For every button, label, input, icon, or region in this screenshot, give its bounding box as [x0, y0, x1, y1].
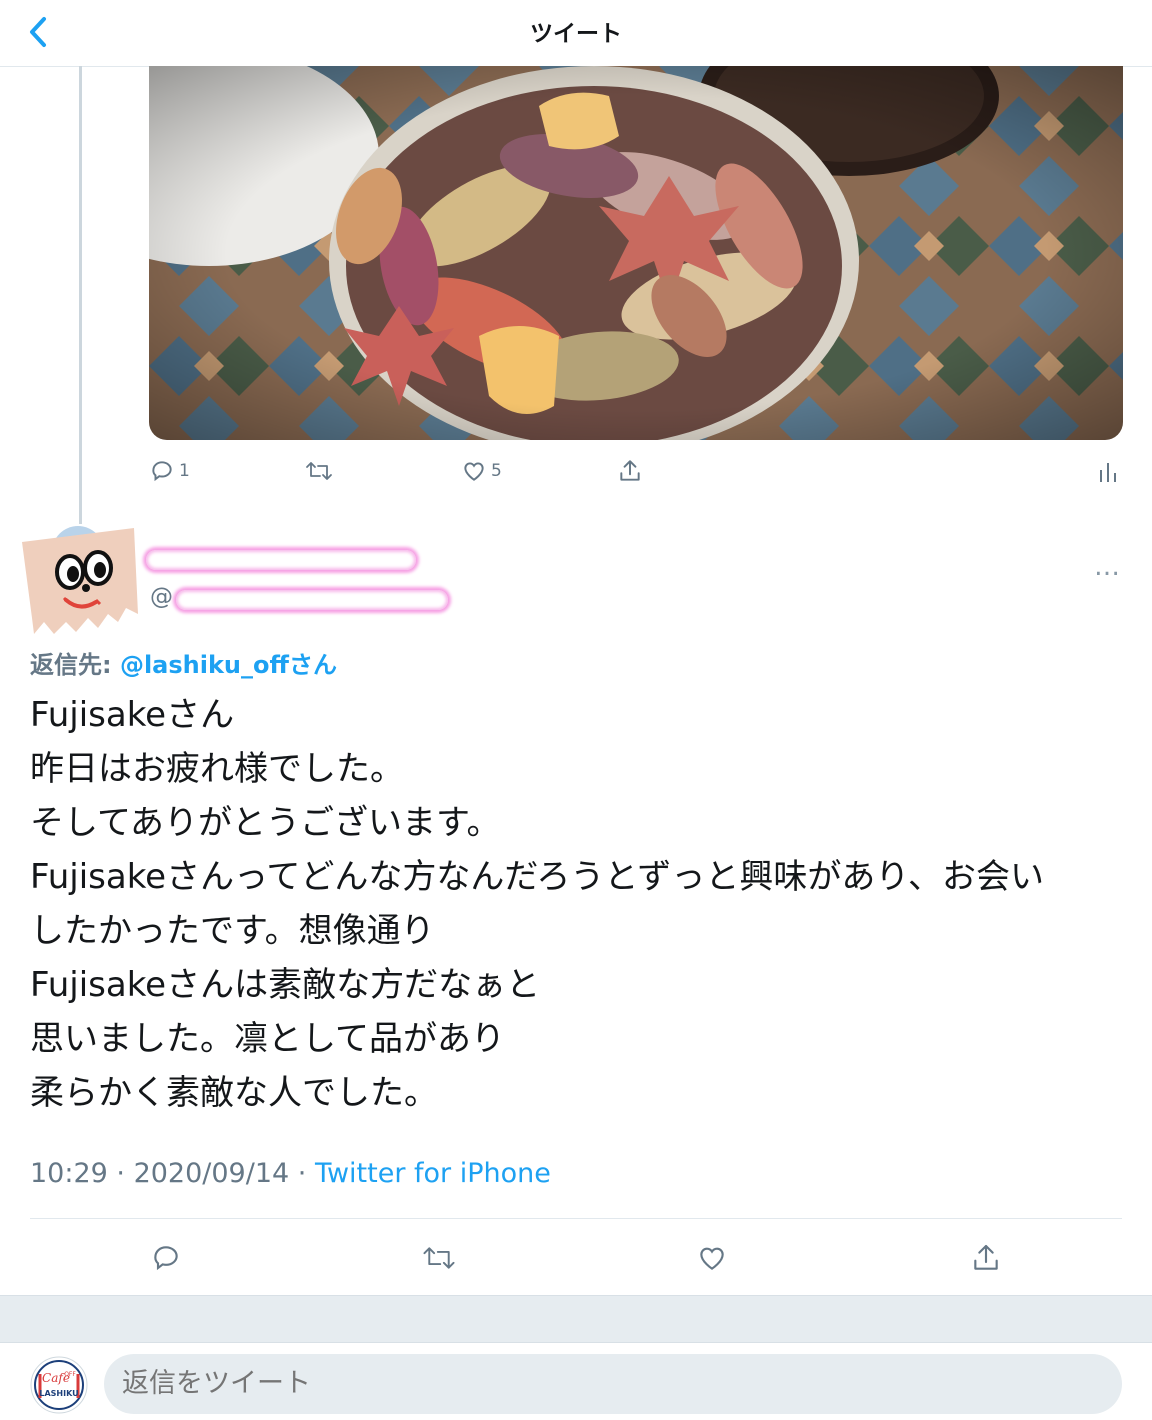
thread-connector-line: [79, 66, 82, 524]
tweet-body-line: Fujisakeさんってどんな方なんだろうとずっと興味があり、お会い: [30, 857, 1044, 897]
heart-icon: [464, 462, 484, 481]
tweet-body-line: 柔らかく素敵な人でした。: [30, 1073, 438, 1113]
divider: [30, 1218, 1122, 1219]
reply-icon: [154, 1246, 178, 1271]
share-action[interactable]: [970, 1242, 1002, 1274]
tweet-body-line: したかったです。想像通り: [30, 911, 435, 951]
share-icon: [974, 1244, 998, 1270]
reply-to-link[interactable]: @lashiku_offさん: [120, 651, 337, 679]
tweet-timestamp-line: 10:29 · 2020/09/14 · Twitter for iPhone: [30, 1158, 551, 1189]
meta-separator: ·: [289, 1158, 315, 1189]
meta-separator: ·: [107, 1158, 134, 1189]
heart-icon: [700, 1247, 724, 1270]
tweet-date[interactable]: 2020/09/14: [134, 1158, 290, 1189]
share-icon: [620, 460, 640, 481]
reply-count: 1: [179, 461, 190, 481]
share-action[interactable]: [617, 458, 643, 484]
redacted-display-name: [146, 550, 416, 570]
retweet-action[interactable]: [305, 458, 333, 484]
logo-text-lashiku: LASHIKU: [39, 1389, 78, 1398]
retweet-action[interactable]: [422, 1242, 456, 1274]
tweet-body-line: 思いました。凛として品があり: [30, 1019, 505, 1059]
handle-prefix: @: [150, 584, 173, 610]
tweet-photo[interactable]: [149, 66, 1123, 440]
reply-to-line: 返信先: @lashiku_offさん: [30, 645, 337, 680]
tweet-body-line: 昨日はお疲れ様でした。: [30, 749, 404, 789]
avatar[interactable]: [20, 522, 140, 642]
more-options-button[interactable]: …: [1094, 552, 1121, 582]
reply-action[interactable]: [150, 1242, 182, 1274]
reply-to-label: 返信先:: [30, 651, 120, 679]
avatar-illustration: [22, 526, 138, 634]
like-action[interactable]: 5: [461, 458, 502, 484]
page-title: ツイート: [530, 21, 622, 47]
section-separator: [0, 1295, 1152, 1343]
retweet-icon: [423, 1247, 455, 1269]
cafe-logo-icon: Cafe OFF LASHIKU: [30, 1356, 88, 1414]
tweet-source-link[interactable]: Twitter for iPhone: [315, 1158, 551, 1189]
tweet-body-line: Fujisakeさんは素敵な方だなぁと: [30, 965, 541, 1005]
tweet-body-line: そしてありがとうございます。: [30, 803, 501, 843]
tweet-body-line: Fujisakeさん: [30, 695, 235, 735]
analytics-action[interactable]: [1098, 460, 1118, 484]
user-avatar[interactable]: Cafe OFF LASHIKU: [30, 1356, 88, 1414]
logo-text-off: OFF: [64, 1371, 76, 1378]
reply-action[interactable]: 1: [149, 458, 190, 484]
like-action[interactable]: [696, 1242, 728, 1274]
reply-composer[interactable]: [104, 1354, 1122, 1414]
photo-illustration: [149, 66, 1123, 440]
analytics-icon: [1100, 463, 1116, 482]
navigation-header: ツイート: [0, 0, 1152, 67]
reply-icon: [152, 461, 172, 482]
tweet-body: Fujisakeさん 昨日はお疲れ様でした。 そしてありがとうございます。 Fu…: [30, 688, 1130, 1120]
retweet-icon: [306, 462, 332, 480]
reply-input[interactable]: [122, 1354, 464, 1414]
like-count: 5: [491, 461, 502, 481]
tweet-time[interactable]: 10:29: [30, 1158, 108, 1189]
redacted-handle: [176, 590, 448, 610]
